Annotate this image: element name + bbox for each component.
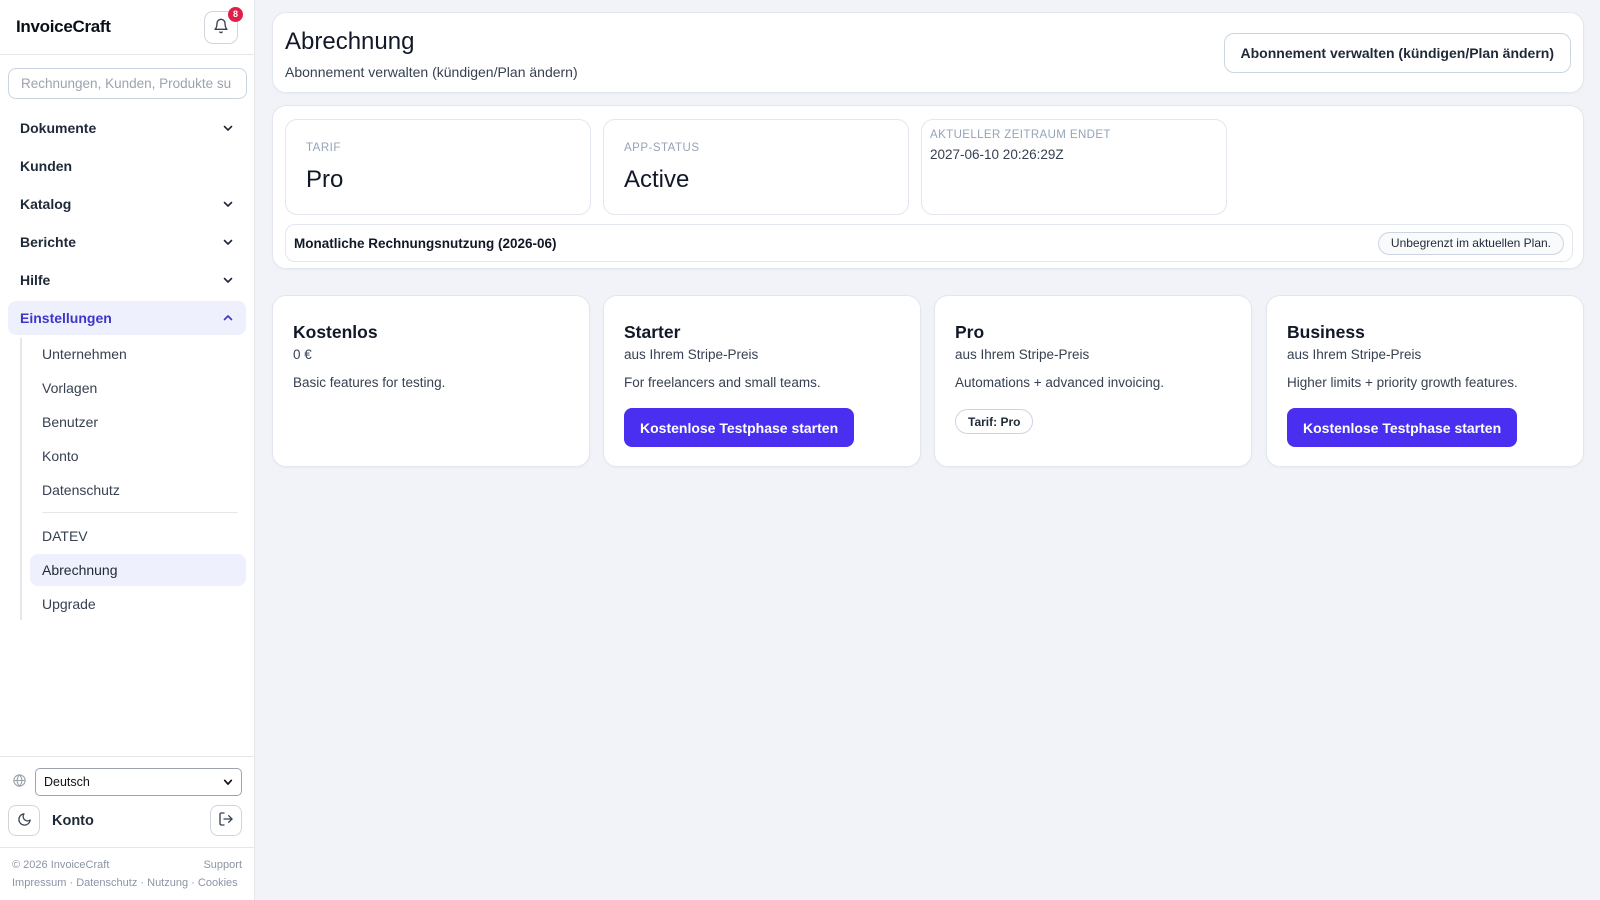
nav-item-einstellungen[interactable]: Einstellungen — [8, 301, 246, 335]
subnav-divider — [42, 512, 238, 513]
moon-icon — [17, 812, 32, 830]
plan-card-business: Business aus Ihrem Stripe-Preis Higher l… — [1266, 295, 1584, 467]
nav-item-kunden[interactable]: Kunden — [8, 149, 246, 183]
plan-price: aus Ihrem Stripe-Preis — [955, 347, 1090, 362]
plan-name: Kostenlos — [293, 322, 378, 342]
nav-item-katalog[interactable]: Katalog — [8, 187, 246, 221]
plan-price: aus Ihrem Stripe-Preis — [1287, 347, 1422, 362]
globe-icon — [12, 773, 27, 791]
cookies-link[interactable]: Cookies — [198, 877, 238, 889]
theme-toggle-button[interactable] — [8, 805, 40, 836]
subnav-item-abrechnung[interactable]: Abrechnung — [30, 554, 246, 586]
subnav-item-vorlagen[interactable]: Vorlagen — [30, 372, 246, 404]
plan-description: For freelancers and small teams. — [624, 375, 821, 390]
language-select[interactable]: Deutsch — [35, 768, 242, 796]
main-nav: Dokumente Kunden Katalog Berichte Hilfe … — [0, 111, 254, 620]
tarif-value: Pro — [306, 166, 344, 193]
nav-item-label: Berichte — [20, 234, 77, 250]
subnav-item-benutzer[interactable]: Benutzer — [30, 406, 246, 438]
copyright-text: © 2026 InvoiceCraft — [12, 859, 110, 871]
settings-subnav: Unternehmen Vorlagen Benutzer Konto Date… — [20, 338, 246, 620]
logout-button[interactable] — [210, 805, 242, 836]
plan-price: aus Ihrem Stripe-Preis — [624, 347, 759, 362]
plan-name: Business — [1287, 322, 1365, 342]
tarif-stat: TARIF Pro — [285, 119, 591, 215]
sidebar: InvoiceCraft 8 Dokumente Kunden Katalog … — [0, 0, 255, 900]
subscription-status-card: TARIF Pro APP-STATUS Active AKTUELLER ZE… — [272, 105, 1584, 269]
bell-icon — [213, 18, 229, 37]
sidebar-footer: © 2026 InvoiceCraft Support Impressum · … — [0, 847, 254, 900]
current-plan-badge: Tarif: Pro — [955, 409, 1034, 434]
subnav-item-datenschutz[interactable]: Datenschutz — [30, 474, 246, 506]
plan-description: Automations + advanced invoicing. — [955, 375, 1165, 390]
nav-item-label: Kunden — [20, 158, 73, 174]
plan-price: 0 € — [293, 347, 312, 362]
period-end-value: 2027-06-10 20:26:29Z — [930, 147, 1064, 162]
plan-card-kostenlos: Kostenlos 0 € Basic features for testing… — [272, 295, 590, 467]
support-link[interactable]: Support — [203, 856, 242, 874]
tarif-label: TARIF — [306, 142, 341, 154]
nav-item-label: Katalog — [20, 196, 72, 212]
page-title: Abrechnung — [285, 28, 415, 55]
chevron-down-icon — [223, 125, 233, 131]
search-input[interactable] — [8, 68, 247, 99]
brand-logo[interactable]: InvoiceCraft — [16, 17, 111, 37]
nav-item-label: Hilfe — [20, 272, 51, 288]
chevron-down-icon — [223, 779, 233, 785]
app-status-stat: APP-STATUS Active — [603, 119, 909, 215]
nav-item-label: Einstellungen — [20, 310, 112, 326]
usage-badge: Unbegrenzt im aktuellen Plan. — [1377, 231, 1564, 255]
plan-card-starter: Starter aus Ihrem Stripe-Preis For freel… — [603, 295, 921, 467]
impressum-link[interactable]: Impressum — [12, 877, 66, 889]
subnav-item-upgrade[interactable]: Upgrade — [30, 588, 246, 620]
nav-item-dokumente[interactable]: Dokumente — [8, 111, 246, 145]
chevron-up-icon — [223, 315, 233, 321]
nutzung-link[interactable]: Nutzung — [147, 877, 188, 889]
monthly-usage-label: Monatliche Rechnungsnutzung (2026-06) — [294, 235, 557, 251]
account-label[interactable]: Konto — [52, 813, 94, 829]
plan-description: Higher limits + priority growth features… — [1287, 375, 1518, 390]
period-end-stat: AKTUELLER ZEITRAUM ENDET 2027-06-10 20:2… — [921, 119, 1227, 215]
chevron-down-icon — [223, 277, 233, 283]
language-select-value: Deutsch — [44, 775, 90, 789]
plan-name: Pro — [955, 322, 985, 342]
start-trial-business-button[interactable]: Kostenlose Testphase starten — [1287, 408, 1518, 447]
plan-name: Starter — [624, 322, 681, 342]
logout-icon — [218, 811, 234, 830]
notification-badge: 8 — [228, 6, 243, 22]
plan-card-pro: Pro aus Ihrem Stripe-Preis Automations +… — [934, 295, 1252, 467]
chevron-down-icon — [223, 239, 233, 245]
nav-item-hilfe[interactable]: Hilfe — [8, 263, 246, 297]
brand-row: InvoiceCraft 8 — [0, 0, 254, 55]
app-status-label: APP-STATUS — [624, 142, 700, 154]
manage-subscription-button[interactable]: Abonnement verwalten (kündigen/Plan ände… — [1223, 33, 1571, 73]
subnav-item-datev[interactable]: DATEV — [30, 520, 246, 552]
nav-item-berichte[interactable]: Berichte — [8, 225, 246, 259]
sidebar-bottom: Deutsch Konto © 2026 InvoiceCraft Suppor… — [0, 756, 254, 900]
page-header-card: Abrechnung Abonnement verwalten (kündige… — [272, 12, 1584, 93]
plan-description: Basic features for testing. — [293, 375, 446, 390]
nav-item-label: Dokumente — [20, 120, 97, 136]
monthly-usage-row: Monatliche Rechnungsnutzung (2026-06) Un… — [285, 224, 1573, 262]
period-end-label: AKTUELLER ZEITRAUM ENDET — [930, 129, 1111, 141]
datenschutz-link[interactable]: Datenschutz — [76, 877, 137, 889]
notifications-button[interactable]: 8 — [204, 6, 243, 44]
app-status-value: Active — [624, 166, 690, 193]
subnav-item-konto[interactable]: Konto — [30, 440, 246, 472]
page-subtitle: Abonnement verwalten (kündigen/Plan ände… — [285, 64, 578, 80]
start-trial-starter-button[interactable]: Kostenlose Testphase starten — [624, 408, 855, 447]
subnav-item-unternehmen[interactable]: Unternehmen — [30, 338, 246, 370]
chevron-down-icon — [223, 201, 233, 207]
